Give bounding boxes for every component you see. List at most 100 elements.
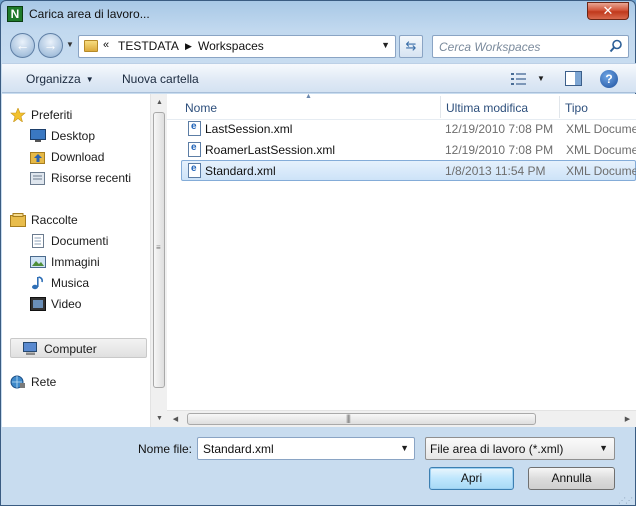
refresh-button[interactable]: ⇆ [399, 35, 423, 58]
navigation-pane-scrollbar[interactable]: ▲ ≡ ▼ [150, 94, 167, 427]
file-name: Standard.xml [205, 164, 276, 178]
file-type: XML Document [566, 143, 636, 157]
scroll-down-arrow-icon[interactable]: ▼ [151, 410, 168, 427]
filename-input[interactable]: Standard.xml [203, 442, 274, 456]
scroll-right-arrow-icon[interactable]: ▶ [619, 411, 636, 428]
search-icon[interactable] [609, 39, 623, 53]
sidebar-item-label: Risorse recenti [51, 171, 132, 185]
sidebar-item-preferiti[interactable]: Preferiti [10, 105, 146, 125]
file-modified: 12/19/2010 7:08 PM [445, 143, 554, 157]
file-modified: 12/19/2010 7:08 PM [445, 122, 554, 136]
breadcrumb-separator[interactable]: ▶ [185, 41, 192, 52]
organize-menu[interactable]: Organizza ▼ [26, 72, 94, 86]
file-modified: 1/8/2013 11:54 PM [445, 164, 546, 178]
network-icon [10, 375, 25, 389]
address-bar[interactable]: « TESTDATA ▶ Workspaces ▼ [78, 35, 396, 58]
navigation-pane: Preferiti Desktop Download Risorse recen… [2, 94, 150, 427]
sidebar-item-label: Video [51, 297, 82, 311]
address-dropdown-icon[interactable]: ▼ [381, 40, 390, 50]
file-list-pane: ▲ Nome Ultima modifica Tipo LastSession.… [167, 93, 636, 427]
sidebar-item-label: Preferiti [31, 108, 73, 122]
open-workspace-dialog: N Carica area di lavoro... ✕ ← → ▼ « TES… [0, 0, 636, 506]
file-list-horizontal-scrollbar[interactable]: ◀ ||| ▶ [167, 410, 636, 427]
breadcrumb-overflow[interactable]: « [103, 39, 109, 51]
organize-label: Organizza [26, 72, 81, 86]
main-content: Preferiti Desktop Download Risorse recen… [2, 93, 636, 427]
scrollbar-thumb[interactable]: ||| [187, 413, 536, 425]
folder-icon [84, 40, 98, 52]
sidebar-item-desktop[interactable]: Desktop [30, 126, 166, 146]
file-row-lastsession[interactable]: LastSession.xml 12/19/2010 7:08 PM XML D… [181, 118, 636, 139]
sidebar-item-label: Desktop [51, 129, 96, 143]
sidebar-item-download[interactable]: Download [30, 147, 166, 167]
filetype-value: File area di lavoro (*.xml) [430, 442, 564, 456]
forward-button[interactable]: → [38, 33, 63, 58]
scroll-up-arrow-icon[interactable]: ▲ [151, 94, 168, 111]
close-button[interactable]: ✕ [587, 2, 629, 20]
star-icon [10, 108, 26, 122]
preview-pane-icon[interactable] [565, 71, 582, 86]
search-box[interactable]: Cerca Workspaces [432, 35, 629, 58]
sidebar-item-label: Musica [51, 276, 90, 290]
new-folder-button[interactable]: Nuova cartella [122, 72, 199, 86]
sidebar-item-documenti[interactable]: Documenti [30, 231, 166, 251]
filename-combobox[interactable]: Standard.xml ▼ [197, 437, 415, 460]
pictures-icon [30, 256, 46, 268]
grip-icon: ≡ [156, 243, 161, 252]
chevron-down-icon: ▼ [85, 75, 94, 84]
column-header-type[interactable]: Tipo [565, 101, 588, 115]
navigation-bar: ← → ▼ « TESTDATA ▶ Workspaces ▼ ⇆ Cerca … [1, 31, 635, 61]
search-input[interactable]: Cerca Workspaces [439, 40, 540, 54]
views-icon[interactable] [511, 72, 527, 86]
column-divider[interactable] [440, 96, 441, 118]
column-divider[interactable] [559, 96, 560, 118]
sidebar-item-musica[interactable]: Musica [30, 273, 166, 293]
open-button[interactable]: Apri [429, 467, 514, 490]
scroll-left-arrow-icon[interactable]: ◀ [167, 411, 184, 428]
xml-file-icon [188, 121, 201, 136]
sidebar-item-risorse-recenti[interactable]: Risorse recenti [30, 168, 166, 188]
download-folder-icon [30, 152, 45, 164]
sidebar-item-immagini[interactable]: Immagini [30, 252, 166, 272]
file-name: LastSession.xml [205, 122, 293, 136]
column-headers: ▲ Nome Ultima modifica Tipo [167, 93, 636, 120]
back-button[interactable]: ← [10, 33, 35, 58]
libraries-icon [10, 213, 26, 227]
sidebar-item-label: Computer [44, 342, 97, 356]
filename-label: Nome file: [138, 442, 193, 456]
column-header-modified[interactable]: Ultima modifica [446, 101, 528, 115]
file-row-roamerlastsession[interactable]: RoamerLastSession.xml 12/19/2010 7:08 PM… [181, 139, 636, 160]
grip-icon: ||| [346, 413, 351, 423]
app-icon: N [7, 6, 23, 22]
sidebar-item-label: Documenti [51, 234, 109, 248]
scrollbar-thumb[interactable]: ≡ [153, 112, 165, 388]
views-dropdown-icon[interactable]: ▼ [537, 74, 545, 83]
cancel-button[interactable]: Annulla [528, 467, 615, 490]
xml-file-icon [188, 142, 201, 157]
sidebar-item-label: Download [51, 150, 105, 164]
desktop-icon [30, 129, 46, 142]
chevron-down-icon: ▼ [599, 443, 608, 453]
sidebar-item-raccolte[interactable]: Raccolte [10, 210, 146, 230]
recent-pages-dropdown[interactable]: ▼ [66, 40, 74, 49]
command-toolbar: Organizza ▼ Nuova cartella ▼ ? [2, 63, 636, 93]
chevron-down-icon[interactable]: ▼ [400, 443, 409, 453]
sidebar-item-label: Rete [31, 375, 57, 389]
file-name: RoamerLastSession.xml [205, 143, 336, 157]
sidebar-item-label: Immagini [51, 255, 100, 269]
sidebar-item-video[interactable]: Video [30, 294, 166, 314]
breadcrumb-testdata[interactable]: TESTDATA [118, 39, 179, 53]
column-header-name[interactable]: Nome [185, 101, 217, 115]
help-icon[interactable]: ? [600, 70, 618, 88]
file-row-standard[interactable]: Standard.xml 1/8/2013 11:54 PM XML Docum… [181, 160, 636, 181]
breadcrumb-workspaces[interactable]: Workspaces [198, 39, 264, 53]
sort-ascending-icon: ▲ [305, 93, 312, 100]
computer-icon [23, 342, 37, 355]
title-bar: N Carica area di lavoro... ✕ [1, 1, 635, 29]
sidebar-item-computer[interactable]: Computer [10, 338, 147, 358]
file-type: XML Document [566, 122, 636, 136]
sidebar-item-rete[interactable]: Rete [10, 372, 146, 392]
documents-icon [32, 234, 44, 248]
filetype-select[interactable]: File area di lavoro (*.xml) ▼ [425, 437, 615, 460]
resize-grip-icon[interactable]: ⋰⋰ [618, 497, 633, 505]
